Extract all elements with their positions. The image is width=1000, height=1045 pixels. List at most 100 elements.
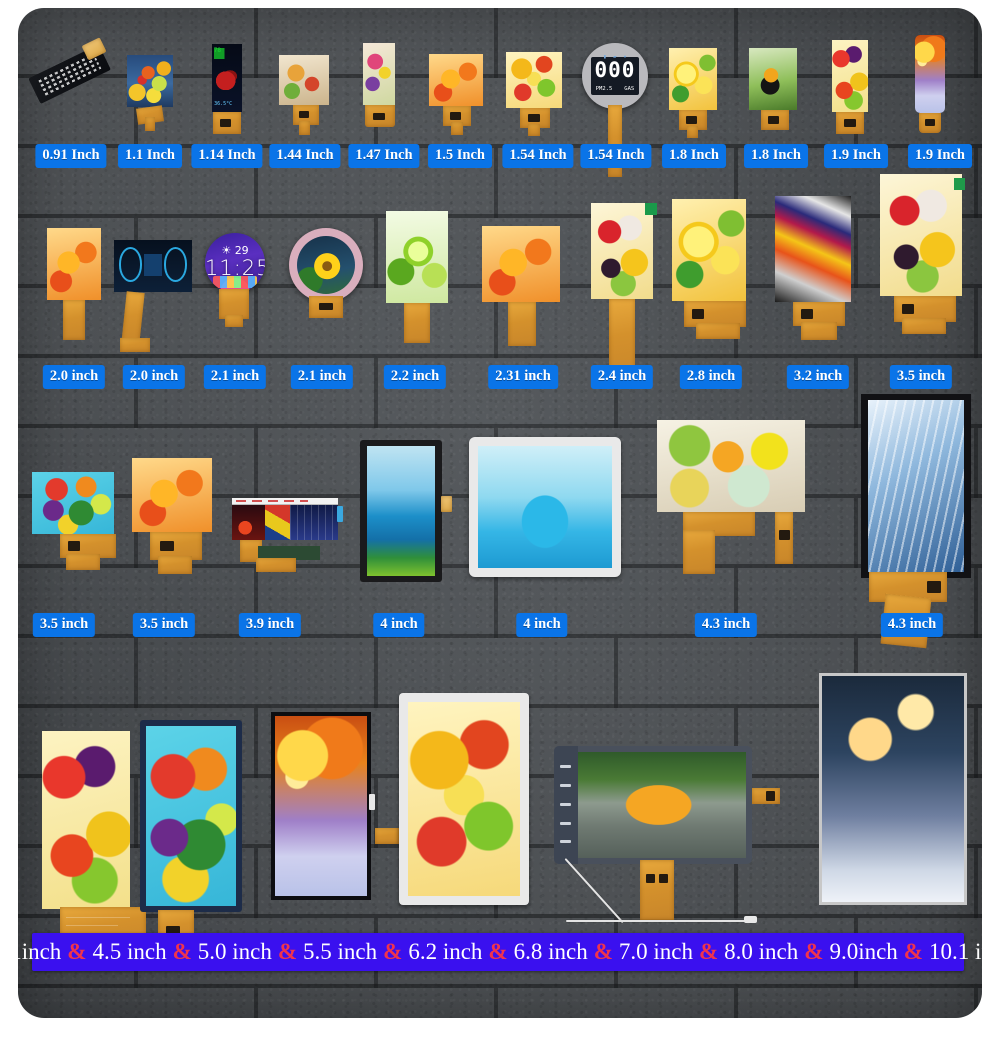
size-label-4-3-inch-b: 4.3 inch xyxy=(880,613,944,637)
panel-left xyxy=(232,504,266,540)
display-panel xyxy=(32,472,114,534)
display-module-1-8-inch-b[interactable] xyxy=(749,48,797,130)
display-module-3-9-inch[interactable] xyxy=(232,498,343,572)
banner-separator: & xyxy=(383,939,403,964)
banner-size-6-8-inch: 6.8 inch xyxy=(513,939,588,964)
display-module-3-5-inch-row2[interactable] xyxy=(880,174,965,334)
temperature-reading: 36.5°C xyxy=(214,100,233,107)
display-panel xyxy=(232,498,338,540)
display-module-3-5-inch-a[interactable] xyxy=(32,472,116,570)
display-module-2-0-inch-a[interactable] xyxy=(47,228,101,340)
display-module-3-5-inch-b[interactable] xyxy=(132,458,212,574)
display-panel xyxy=(114,240,192,292)
display-module-1-9-inch-a[interactable] xyxy=(832,40,868,134)
display-module-5-5-inch[interactable] xyxy=(399,693,529,905)
display-panel xyxy=(775,196,851,302)
air-quality-value: 000 xyxy=(594,57,636,82)
screen-content-mixed-fruit-photo xyxy=(146,726,236,906)
banner-separator: & xyxy=(488,939,508,964)
driver-chip xyxy=(692,309,704,319)
display-module-1-8-inch-a[interactable] xyxy=(669,48,717,138)
gauge-readout: 000 PM2.5 GAS xyxy=(591,56,639,96)
flex-cable xyxy=(309,296,343,318)
gauge-status-icons: ▮ ▰ ● xyxy=(604,54,627,60)
screen-content-kiwi-fruit-photo xyxy=(506,52,562,108)
driver-chip xyxy=(925,119,935,126)
side-button[interactable] xyxy=(337,506,343,522)
display-module-1-5-inch[interactable] xyxy=(429,54,483,135)
display-panel xyxy=(386,211,448,303)
display-panel xyxy=(469,437,621,577)
display-module-4-inch-b[interactable] xyxy=(469,437,621,577)
touch-chip xyxy=(779,530,790,540)
display-module-4-5-inch[interactable] xyxy=(140,720,242,944)
display-module-10-1-inch[interactable] xyxy=(819,673,967,905)
display-panel xyxy=(591,203,653,299)
flex-cable-wide xyxy=(683,530,715,574)
display-panel xyxy=(132,458,212,532)
flex-cable xyxy=(761,110,789,130)
connector-chip xyxy=(766,791,775,801)
display-module-1-9-inch-b[interactable] xyxy=(915,35,945,133)
display-panel xyxy=(819,673,967,905)
display-module-2-0-inch-dashboard[interactable] xyxy=(114,240,192,352)
display-module-7-0-inch[interactable] xyxy=(554,746,780,924)
side-button[interactable] xyxy=(369,794,375,810)
flex-cable xyxy=(508,302,536,346)
display-module-4-41-inch[interactable] xyxy=(42,731,146,947)
size-label-1-9-inch-b: 1.9 Inch xyxy=(908,144,972,168)
heart-rate-value: 78 xyxy=(213,46,222,54)
screen-content-winter-sunlight-photo xyxy=(822,676,964,902)
size-label-2-2-inch: 2.2 inch xyxy=(383,365,447,389)
flex-cable xyxy=(365,105,395,127)
size-label-1-14-inch: 1.14 Inch xyxy=(191,144,263,168)
screen-content-fruit-bowl-photo xyxy=(408,702,520,896)
display-module-2-31-inch[interactable] xyxy=(482,226,560,346)
display-module-4-3-inch-b[interactable] xyxy=(861,394,971,649)
screen-content-mango-dessert-photo xyxy=(429,54,483,106)
size-label-2-1-inch-round: 2.1 inch xyxy=(290,365,354,389)
display-module-1-47-inch[interactable] xyxy=(363,43,395,127)
flex-trace xyxy=(66,917,130,918)
driver-chip xyxy=(844,119,856,127)
display-panel xyxy=(429,54,483,106)
display-module-1-54-inch-a[interactable] xyxy=(506,52,562,136)
display-panel xyxy=(47,228,101,300)
display-module-2-2-inch[interactable] xyxy=(386,211,448,343)
display-module-2-4-inch[interactable] xyxy=(591,203,657,379)
display-panel: 78 36.5°C xyxy=(212,44,242,112)
display-module-1-44-inch[interactable] xyxy=(279,55,329,135)
driver-chip xyxy=(686,116,697,124)
screen-content-fruit-assortment-photo xyxy=(832,40,868,112)
banner-separator: & xyxy=(903,939,923,964)
display-panel xyxy=(669,48,717,110)
size-label-2-0-inch-dashboard: 2.0 inch xyxy=(122,365,186,389)
banner-size-8-0-inch: 8.0 inch xyxy=(724,939,799,964)
round-display-bezel xyxy=(289,228,363,302)
display-module-4-3-inch-a[interactable] xyxy=(657,420,805,574)
display-module-5-0-inch[interactable] xyxy=(271,712,399,900)
dashboard-button-bar[interactable] xyxy=(554,746,578,864)
window-body xyxy=(232,504,338,540)
display-panel xyxy=(861,394,971,578)
screen-content-citrus-fruit-photo xyxy=(669,48,717,110)
display-module-1-14-inch[interactable]: 78 36.5°C xyxy=(212,44,242,134)
display-panel xyxy=(482,226,560,302)
panel-mid-chart xyxy=(265,504,290,540)
banner-separator: & xyxy=(698,939,719,964)
driver-chip xyxy=(801,309,813,319)
touch-cable xyxy=(566,920,746,922)
driver-chip xyxy=(319,303,333,310)
screen-content-car-dashboard-ui xyxy=(114,240,192,292)
display-module-4-inch-a[interactable] xyxy=(360,440,452,582)
display-module-1-1-inch[interactable] xyxy=(127,55,173,131)
flex-cable-tail xyxy=(158,556,192,574)
screen-content-food-dish-photo xyxy=(279,55,329,105)
flex-cable-tail xyxy=(66,554,100,570)
banner-size-6-2-inch: 6.2 inch xyxy=(408,939,483,964)
size-label-2-1-inch-watch: 2.1 inch xyxy=(203,365,267,389)
flex-cable xyxy=(63,300,85,340)
display-module-2-8-inch[interactable] xyxy=(672,199,746,339)
display-module-3-2-inch[interactable] xyxy=(775,196,851,340)
flex-cable-tail xyxy=(902,318,946,334)
